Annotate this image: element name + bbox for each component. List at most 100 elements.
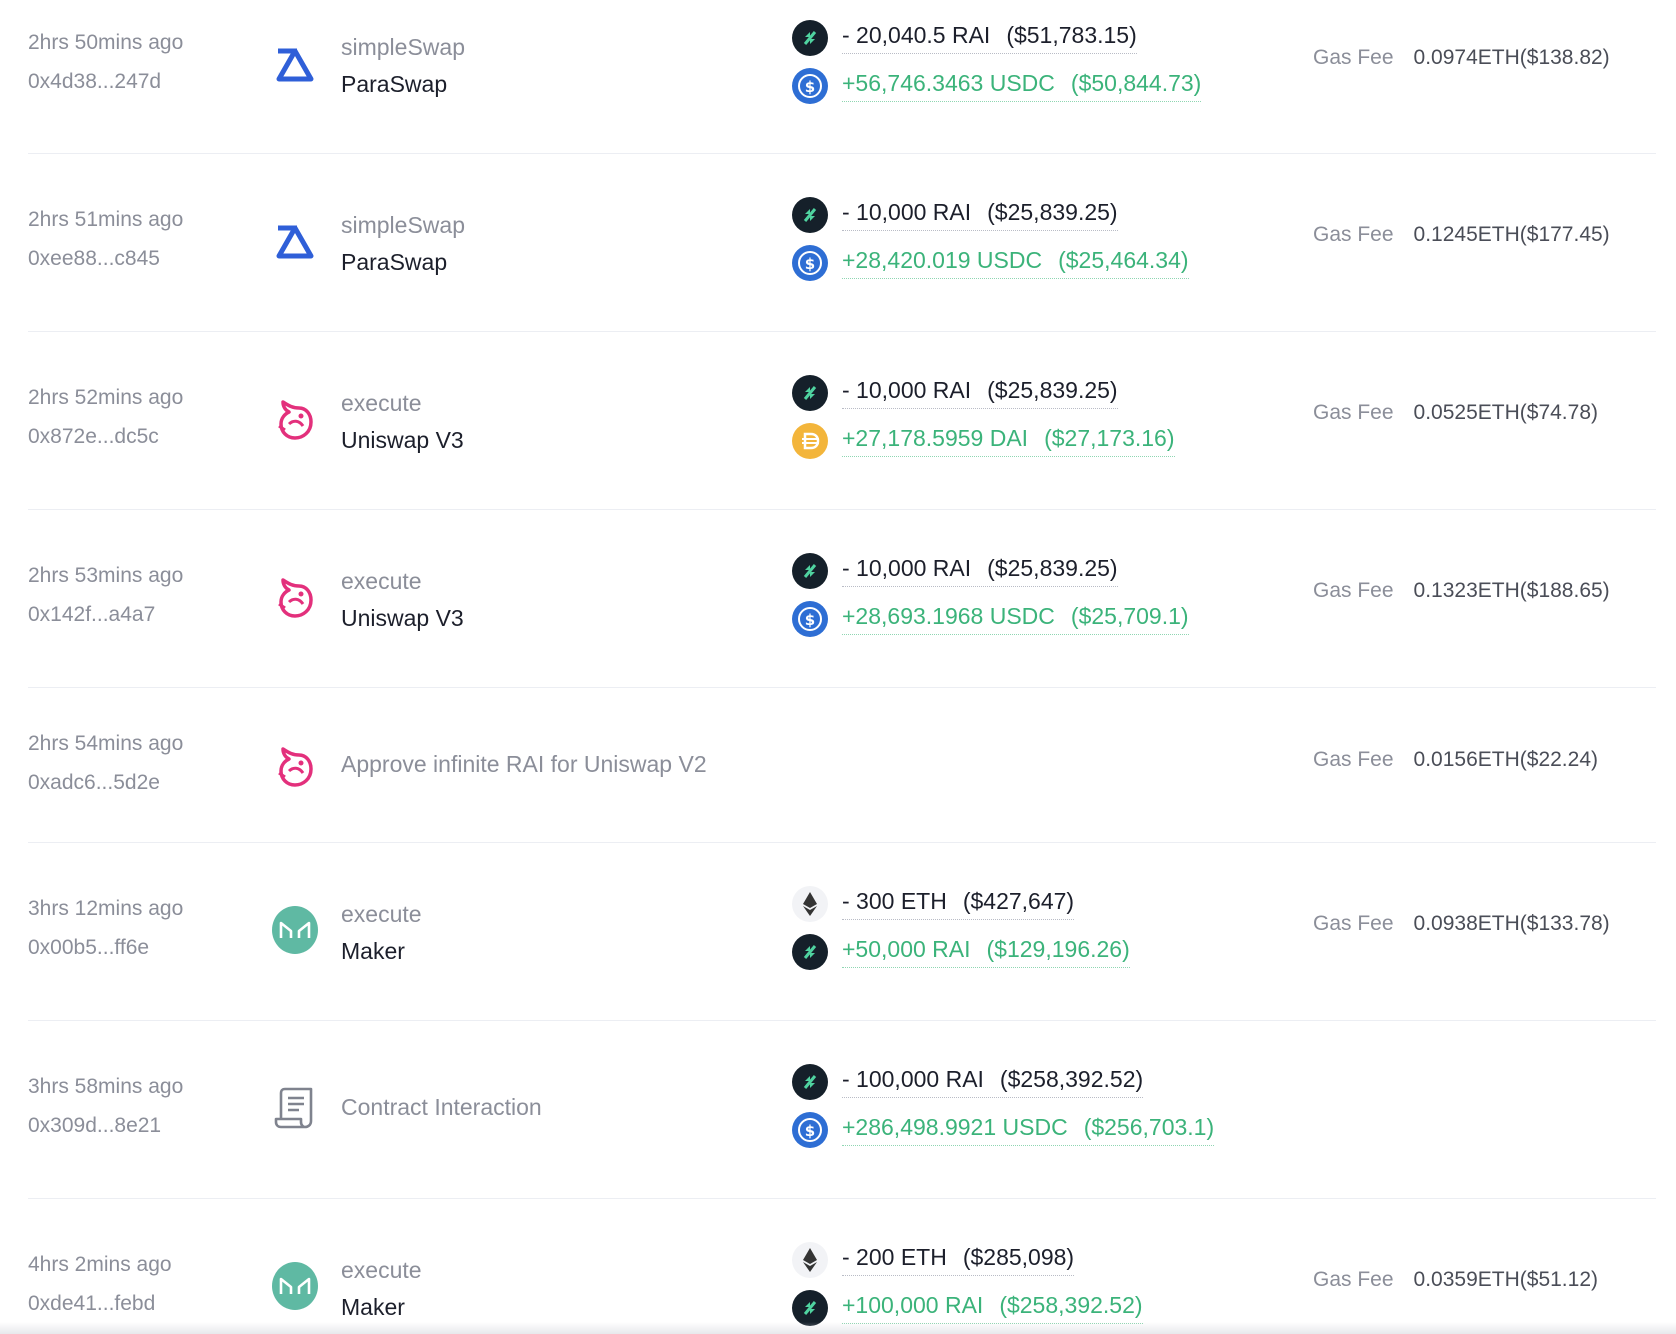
- gas-fee: Gas Fee 0.0525ETH($74.78): [1313, 401, 1598, 425]
- gas-fee: Gas Fee 0.1245ETH($177.45): [1313, 223, 1610, 247]
- transaction-row[interactable]: 4hrs 2mins ago 0xde41...febd execute Mak…: [0, 1199, 1676, 1334]
- token-amount-link[interactable]: - 300 ETH ($427,647): [842, 888, 1075, 920]
- method-name: execute: [341, 390, 422, 416]
- token-amount: +100,000 RAI: [842, 1292, 984, 1318]
- token-out: - 10,000 RAI ($25,839.25): [792, 553, 1189, 589]
- token-out: - 200 ETH ($285,098): [792, 1242, 1143, 1278]
- protocol-name: ParaSwap: [341, 249, 448, 275]
- token-usd-value: ($285,098): [962, 1244, 1075, 1270]
- rai-token-icon: [792, 20, 828, 56]
- token-amount-link[interactable]: - 10,000 RAI ($25,839.25): [842, 555, 1118, 587]
- token-usd-value: ($256,703.1): [1083, 1114, 1215, 1140]
- token-out: - 20,040.5 RAI ($51,783.15): [792, 20, 1201, 56]
- transaction-time: 2hrs 52mins ago: [28, 386, 184, 409]
- protocol-name: ParaSwap: [341, 71, 448, 97]
- transaction-row[interactable]: 3hrs 58mins ago 0x309d...8e21 Contract I…: [0, 1021, 1676, 1199]
- token-amount-link[interactable]: - 10,000 RAI ($25,839.25): [842, 377, 1118, 409]
- transaction-hash-link[interactable]: 0x4d38...247d: [28, 70, 183, 94]
- token-amount-link[interactable]: - 20,040.5 RAI ($51,783.15): [842, 22, 1137, 54]
- rai-token-icon: [792, 375, 828, 411]
- token-amount-link[interactable]: - 100,000 RAI ($258,392.52): [842, 1066, 1144, 1098]
- dai-token-icon: [792, 423, 828, 459]
- gas-fee-label: Gas Fee: [1313, 748, 1394, 771]
- svg-text:$: $: [805, 255, 815, 273]
- protocol-name: Maker: [341, 1294, 405, 1320]
- transaction-action: simpleSwap ParaSwap: [341, 212, 465, 276]
- token-usd-value: ($51,783.15): [1006, 22, 1137, 48]
- token-amount-link[interactable]: +28,693.1968 USDC ($25,709.1): [842, 603, 1189, 635]
- token-amount: +28,693.1968 USDC: [842, 603, 1055, 629]
- token-amount: +27,178.5959 DAI: [842, 425, 1029, 451]
- gas-fee-label: Gas Fee: [1313, 579, 1394, 602]
- gas-fee-value: 0.0938ETH($133.78): [1413, 912, 1610, 935]
- transaction-meta: 3hrs 58mins ago 0x309d...8e21: [28, 1075, 183, 1138]
- transaction-action: simpleSwap ParaSwap: [341, 34, 465, 98]
- transaction-time: 2hrs 50mins ago: [28, 31, 184, 54]
- maker-icon: [272, 1262, 318, 1310]
- token-amount-link[interactable]: +286,498.9921 USDC ($256,703.1): [842, 1114, 1215, 1146]
- token-amount-link[interactable]: +56,746.3463 USDC ($50,844.73): [842, 70, 1202, 102]
- transaction-hash-link[interactable]: 0x872e...dc5c: [28, 425, 183, 449]
- gas-fee-value: 0.0156ETH($22.24): [1413, 748, 1598, 771]
- token-amount-link[interactable]: +28,420.019 USDC ($25,464.34): [842, 247, 1189, 279]
- gas-fee: Gas Fee 0.0359ETH($51.12): [1313, 1268, 1598, 1292]
- token-amount-link[interactable]: - 10,000 RAI ($25,839.25): [842, 199, 1118, 231]
- method-name: Approve infinite RAI for Uniswap V2: [341, 751, 707, 777]
- token-amount-link[interactable]: +27,178.5959 DAI ($27,173.16): [842, 425, 1175, 457]
- transaction-action: execute Maker: [341, 1257, 422, 1321]
- transaction-meta: 2hrs 54mins ago 0xadc6...5d2e: [28, 732, 183, 795]
- gas-fee-label: Gas Fee: [1313, 46, 1394, 69]
- token-amount: - 100,000 RAI: [842, 1066, 984, 1092]
- token-amount-link[interactable]: - 200 ETH ($285,098): [842, 1244, 1075, 1276]
- transaction-action: execute Maker: [341, 901, 422, 965]
- transaction-hash-link[interactable]: 0xde41...febd: [28, 1292, 172, 1316]
- transaction-hash-link[interactable]: 0x00b5...ff6e: [28, 936, 183, 960]
- transaction-meta: 3hrs 12mins ago 0x00b5...ff6e: [28, 897, 183, 960]
- transaction-row[interactable]: 2hrs 50mins ago 0x4d38...247d simpleSwap…: [0, 0, 1676, 154]
- transaction-row[interactable]: 2hrs 52mins ago 0x872e...dc5c execute Un…: [0, 332, 1676, 510]
- transaction-row[interactable]: 2hrs 53mins ago 0x142f...a4a7 execute Un…: [0, 510, 1676, 688]
- paraswap-icon: [272, 42, 318, 88]
- token-usd-value: ($27,173.16): [1044, 425, 1175, 451]
- token-amount-link[interactable]: +50,000 RAI ($129,196.26): [842, 936, 1130, 968]
- uniswap-icon: [272, 396, 318, 442]
- token-in: +50,000 RAI ($129,196.26): [792, 934, 1130, 970]
- token-transfers: - 20,040.5 RAI ($51,783.15) $ +56,746.346…: [792, 20, 1202, 104]
- transaction-row[interactable]: 2hrs 51mins ago 0xee88...c845 simpleSwap…: [0, 154, 1676, 332]
- maker-icon: [272, 906, 318, 954]
- transaction-action: execute Uniswap V3: [341, 390, 464, 454]
- transaction-time: 3hrs 12mins ago: [28, 897, 184, 920]
- token-in: +27,178.5959 DAI ($27,173.16): [792, 423, 1175, 459]
- token-transfers: - 300 ETH ($427,647) +50,000 RAI ($129,196…: [792, 886, 1130, 970]
- transaction-time: 2hrs 53mins ago: [28, 564, 184, 587]
- transaction-hash-link[interactable]: 0x309d...8e21: [28, 1114, 183, 1138]
- token-in: $ +286,498.9921 USDC ($256,703.1): [792, 1112, 1215, 1148]
- gas-fee-label: Gas Fee: [1313, 912, 1394, 935]
- token-transfers: - 10,000 RAI ($25,839.25) $ +28,420.019 U…: [792, 197, 1189, 281]
- token-amount-link[interactable]: +100,000 RAI ($258,392.52): [842, 1292, 1143, 1324]
- gas-fee-label: Gas Fee: [1313, 1268, 1394, 1291]
- transaction-row[interactable]: 3hrs 12mins ago 0x00b5...ff6e execute Ma…: [0, 843, 1676, 1021]
- gas-fee: Gas Fee 0.1323ETH($188.65): [1313, 579, 1610, 603]
- transaction-hash-link[interactable]: 0x142f...a4a7: [28, 603, 183, 627]
- token-transfers: - 10,000 RAI ($25,839.25) $ +28,693.1968 …: [792, 553, 1189, 637]
- transaction-hash-link[interactable]: 0xee88...c845: [28, 247, 183, 271]
- token-in: $ +28,420.019 USDC ($25,464.34): [792, 245, 1189, 281]
- uniswap-icon: [272, 743, 318, 789]
- gas-fee: Gas Fee 0.0938ETH($133.78): [1313, 912, 1610, 936]
- svg-text:$: $: [805, 78, 815, 96]
- transaction-time: 2hrs 54mins ago: [28, 732, 184, 755]
- transaction-meta: 4hrs 2mins ago 0xde41...febd: [28, 1253, 172, 1316]
- transaction-row[interactable]: 2hrs 54mins ago 0xadc6...5d2e Approve in…: [0, 688, 1676, 843]
- gas-fee-value: 0.1245ETH($177.45): [1413, 223, 1610, 246]
- transaction-time: 3hrs 58mins ago: [28, 1075, 184, 1098]
- token-usd-value: ($25,839.25): [987, 199, 1118, 225]
- transaction-meta: 2hrs 51mins ago 0xee88...c845: [28, 208, 183, 271]
- transaction-time: 2hrs 51mins ago: [28, 208, 184, 231]
- eth-token-icon: [792, 1242, 828, 1278]
- method-name: simpleSwap: [341, 34, 465, 60]
- transaction-hash-link[interactable]: 0xadc6...5d2e: [28, 771, 183, 795]
- transaction-meta: 2hrs 52mins ago 0x872e...dc5c: [28, 386, 183, 449]
- transaction-list: 2hrs 50mins ago 0x4d38...247d simpleSwap…: [0, 0, 1676, 1334]
- usdc-token-icon: $: [792, 1112, 828, 1148]
